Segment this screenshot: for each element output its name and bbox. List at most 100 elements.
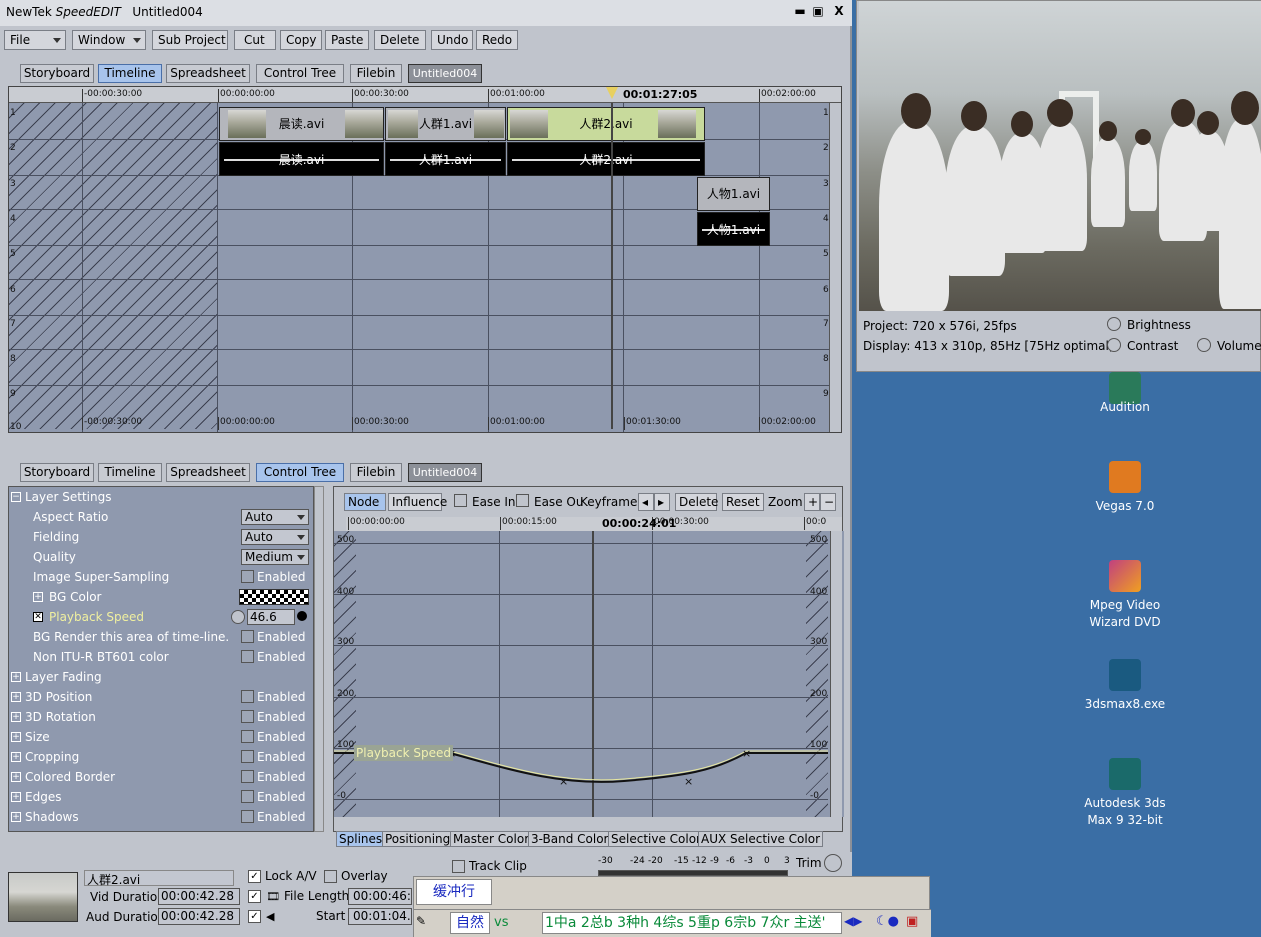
clip-name-field[interactable]: 人群2.avi	[84, 870, 234, 887]
ime-keyboard-icon[interactable]: ▣	[906, 914, 918, 929]
timeline-panel[interactable]: -00:00:30:00 00:00:00:00 00:00:30:00 00:…	[8, 86, 842, 433]
playback-speed-curve[interactable]: × × × ×	[334, 531, 828, 817]
ime-moon-icon[interactable]: ☾●	[876, 914, 899, 929]
aud-duration-field[interactable]: 00:00:42.28	[158, 908, 240, 925]
video-clip[interactable]: 人群1.avi	[385, 107, 506, 141]
tab-filebin[interactable]: Filebin	[350, 463, 402, 482]
window-menu[interactable]: Window	[72, 30, 146, 50]
node-button[interactable]: Node	[344, 493, 386, 511]
desktop-label[interactable]: Audition	[1080, 399, 1170, 416]
desktop-label[interactable]: Vegas 7.0	[1080, 498, 1170, 515]
spline-graph[interactable]: 500 400 300 200 100 -0 500 400 300 200 1…	[334, 531, 844, 817]
audio-clip[interactable]: 人物1.avi	[697, 212, 770, 246]
tab-positioning[interactable]: Positioning	[382, 831, 454, 847]
lock-av-checkbox[interactable]: ✓	[248, 870, 261, 883]
close-button[interactable]: X	[832, 4, 846, 20]
collapse-icon[interactable]: −	[11, 492, 21, 502]
desktop-label[interactable]: Mpeg Video Wizard DVD	[1080, 597, 1170, 631]
playhead-line[interactable]	[611, 103, 613, 429]
enable-checkbox[interactable]	[241, 810, 254, 823]
expand-icon[interactable]: +	[11, 712, 21, 722]
tree-row-shadows[interactable]: + Shadows Enabled	[9, 807, 313, 827]
enable-checkbox[interactable]	[241, 710, 254, 723]
desktop-label[interactable]: Autodesk 3ds Max 9 32-bit	[1080, 795, 1170, 829]
delete-button[interactable]: Delete	[374, 30, 426, 50]
zoom-out-button[interactable]: −	[820, 493, 836, 511]
expand-icon[interactable]: +	[11, 732, 21, 742]
enable-checkbox[interactable]	[241, 750, 254, 763]
video-clip[interactable]: 人物1.avi	[697, 177, 770, 211]
graph-ruler[interactable]: 00:00:00:00 00:00:15:00 00:00:30:00 00:0…	[346, 517, 842, 531]
tab-filebin[interactable]: Filebin	[350, 64, 402, 83]
tree-row-playback-speed[interactable]: ✕ Playback Speed 46.6	[9, 607, 313, 627]
audio-clip[interactable]: 人群2.avi	[507, 142, 705, 176]
tab-timeline[interactable]: Timeline	[98, 463, 162, 482]
tab-spreadsheet[interactable]: Spreadsheet	[166, 64, 250, 83]
overlay-checkbox[interactable]	[324, 870, 337, 883]
expand-icon[interactable]: +	[11, 812, 21, 822]
delete-keyframe-button[interactable]: Delete	[675, 493, 718, 511]
speed-dial-icon[interactable]	[231, 610, 245, 624]
tree-row-layer-settings[interactable]: − Layer Settings	[9, 487, 313, 507]
desktop-label[interactable]: 3dsmax8.exe	[1080, 696, 1170, 713]
ime-logo-icon[interactable]: ✎	[416, 914, 436, 934]
start-field[interactable]: 00:01:04.0	[348, 908, 412, 925]
tree-row-cropping[interactable]: + Cropping Enabled	[9, 747, 313, 767]
tab-project[interactable]: Untitled004	[408, 463, 482, 482]
3dsmax9-icon[interactable]	[1109, 758, 1141, 790]
bg-color-swatch[interactable]	[239, 589, 309, 605]
audio-clip[interactable]: 晨读.avi	[219, 142, 384, 176]
playhead-marker-icon[interactable]	[606, 87, 618, 99]
tab-spreadsheet[interactable]: Spreadsheet	[166, 463, 250, 482]
sub-project-button[interactable]: Sub Project	[152, 30, 228, 50]
expand-icon[interactable]: +	[11, 692, 21, 702]
enable-checkbox[interactable]	[241, 770, 254, 783]
tab-3band-color[interactable]: 3-Band Color	[528, 831, 612, 847]
expand-icon[interactable]: +	[11, 772, 21, 782]
brightness-dial-icon[interactable]	[1107, 317, 1121, 331]
ease-in-checkbox[interactable]	[454, 494, 467, 507]
control-tree-scrollbar[interactable]	[314, 486, 324, 832]
reset-button[interactable]: Reset	[722, 493, 764, 511]
minimize-button[interactable]: ▬	[793, 4, 807, 20]
audio-clip[interactable]: 人群1.avi	[385, 142, 506, 176]
tab-selective-color[interactable]: Selective Color	[608, 831, 704, 847]
tab-storyboard[interactable]: Storyboard	[20, 463, 94, 482]
file-length-field[interactable]: 00:00:46:0	[348, 888, 412, 905]
vid-duration-field[interactable]: 00:00:42.28	[158, 888, 240, 905]
tab-aux-selective-color[interactable]: AUX Selective Color	[698, 831, 824, 847]
tab-project[interactable]: Untitled004	[408, 64, 482, 83]
timeline-ruler[interactable]: -00:00:30:00 00:00:00:00 00:00:30:00 00:…	[9, 87, 841, 103]
enable-checkbox[interactable]	[241, 730, 254, 743]
ime-prev-icon[interactable]: ◀▶	[844, 914, 862, 928]
expand-icon[interactable]: +	[11, 792, 21, 802]
non-itu-checkbox[interactable]	[241, 650, 254, 663]
vegas-icon[interactable]	[1109, 461, 1141, 493]
tab-master-color[interactable]: Master Color	[450, 831, 533, 847]
redo-button[interactable]: Redo	[476, 30, 518, 50]
aspect-ratio-select[interactable]: Auto	[241, 509, 309, 525]
zoom-in-button[interactable]: +	[804, 493, 820, 511]
tab-control-tree[interactable]: Control Tree	[256, 64, 344, 83]
close-icon[interactable]: ✕	[33, 612, 43, 622]
tree-row-colored-border[interactable]: + Colored Border Enabled	[9, 767, 313, 787]
copy-button[interactable]: Copy	[280, 30, 322, 50]
control-tree-panel[interactable]: − Layer Settings Aspect Ratio Auto Field…	[8, 486, 314, 832]
track-clip-checkbox[interactable]	[452, 860, 465, 873]
influence-button[interactable]: Influence	[388, 493, 447, 511]
tree-row-size[interactable]: + Size Enabled	[9, 727, 313, 747]
enable-checkbox[interactable]	[241, 790, 254, 803]
next-keyframe-icon[interactable]: ▸	[654, 493, 670, 511]
tree-row-3d-position[interactable]: + 3D Position Enabled	[9, 687, 313, 707]
3dsmax8-icon[interactable]	[1109, 659, 1141, 691]
quality-select[interactable]: Medium	[241, 549, 309, 565]
ime-candidates[interactable]: 1中a 2总b 3种h 4综s 5重p 6宗b 7众r 主送'	[542, 912, 842, 934]
tree-row-edges[interactable]: + Edges Enabled	[9, 787, 313, 807]
tab-timeline[interactable]: Timeline	[98, 64, 162, 83]
keyframe-toggle-icon[interactable]	[297, 611, 307, 621]
trim-dial-icon[interactable]	[824, 854, 842, 872]
video-preview[interactable]	[859, 1, 1261, 311]
paste-button[interactable]: Paste	[325, 30, 369, 50]
bg-render-checkbox[interactable]	[241, 630, 254, 643]
timeline-vscrollbar[interactable]	[829, 103, 841, 432]
